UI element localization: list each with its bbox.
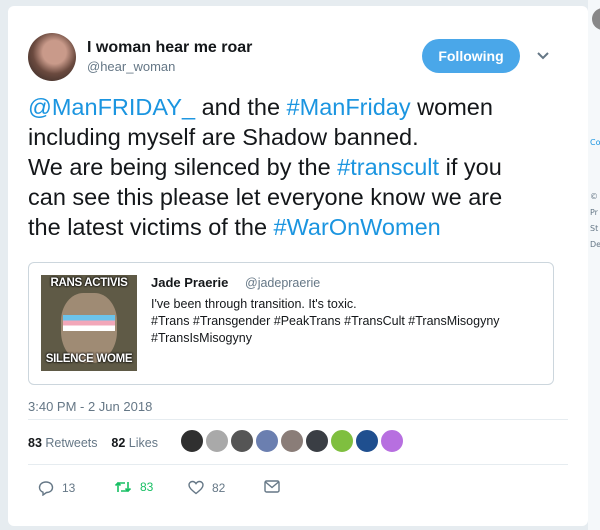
divider (28, 419, 568, 420)
liker-avatar[interactable] (205, 429, 229, 453)
sidebar-text: De (590, 240, 600, 249)
hashtag-link[interactable]: #WarOnWomen (274, 214, 441, 240)
quoted-hashtags-line[interactable]: #Trans #Transgender #PeakTrans #TransCul… (151, 313, 541, 330)
quoted-tweet[interactable]: RANS ACTIVIS SILENCE WOME Jade Praerie @… (28, 262, 554, 385)
quoted-author-name[interactable]: Jade Praerie (151, 275, 228, 290)
following-button[interactable]: Following (422, 39, 520, 73)
avatar[interactable] (592, 8, 600, 30)
liker-avatar[interactable] (355, 429, 379, 453)
tweet-text-segment: can see this please let everyone know we… (28, 184, 503, 210)
retweets-count: 83 (28, 436, 42, 450)
retweets-stat[interactable]: 83 Retweets (28, 436, 98, 450)
quoted-author-handle[interactable]: @jadepraerie (245, 276, 320, 290)
liker-avatar[interactable] (230, 429, 254, 453)
sidebar-text: © (590, 192, 598, 201)
sidebar-strip: Co © Pr St De (588, 0, 600, 530)
tweet-text: @ManFRIDAY_ and the #ManFriday women incl… (28, 92, 568, 242)
author-avatar[interactable] (28, 33, 76, 81)
tweet-text-line: the latest victims of the #WarOnWomen (28, 212, 568, 242)
retweet-icon (114, 481, 132, 493)
chevron-down-icon[interactable] (536, 51, 550, 61)
reply-count: 13 (62, 481, 76, 495)
envelope-icon (264, 480, 280, 493)
liker-avatar[interactable] (380, 429, 404, 453)
mention-link[interactable]: @ManFRIDAY_ (28, 94, 195, 120)
quoted-hashtags-line[interactable]: #TransIsMisogyny (151, 330, 541, 347)
like-count: 82 (212, 480, 226, 495)
retweet-button[interactable]: 83 (114, 480, 153, 494)
likes-stat[interactable]: 82 Likes (111, 436, 158, 450)
liker-avatar[interactable] (305, 429, 329, 453)
likes-label: Likes (128, 436, 158, 450)
tweet-text-line: including myself are Shadow banned. (28, 122, 568, 152)
liker-avatar[interactable] (180, 429, 204, 453)
tweet-text-line: We are being silenced by the #transcult … (28, 152, 568, 182)
reply-button[interactable]: 13 (38, 480, 75, 496)
liker-avatar[interactable] (280, 429, 304, 453)
sidebar-text: St (590, 224, 599, 233)
retweet-count: 83 (140, 480, 154, 494)
heart-icon (188, 480, 204, 495)
author-handle[interactable]: @hear_woman (87, 59, 175, 74)
retweets-label: Retweets (45, 436, 98, 450)
tweet-text-line: @ManFRIDAY_ and the #ManFriday women (28, 92, 568, 122)
author-display-name[interactable]: I woman hear me roar (87, 39, 252, 57)
tweet-card: I woman hear me roar @hear_woman Followi… (8, 6, 588, 526)
tweet-timestamp[interactable]: 3:40 PM - 2 Jun 2018 (28, 399, 152, 414)
divider (28, 464, 568, 465)
reply-icon (38, 481, 54, 496)
tweet-text-segment: and the (195, 94, 287, 120)
liker-avatar[interactable] (255, 429, 279, 453)
tweet-stats: 83 Retweets 82 Likes (28, 436, 158, 450)
hashtag-link[interactable]: #ManFriday (287, 94, 411, 120)
image-caption-top: RANS ACTIVIS (50, 277, 128, 289)
tweet-text-segment: We are being silenced by the (28, 154, 338, 180)
likes-count: 82 (111, 436, 126, 450)
tweet-text-segment: including myself are Shadow banned. (28, 124, 419, 150)
image-caption-bottom: SILENCE WOME (45, 353, 133, 365)
hashtag-link[interactable]: #transcult (337, 154, 439, 180)
quoted-tweet-text: I've been through transition. It's toxic… (151, 296, 541, 347)
quoted-tweet-image[interactable]: RANS ACTIVIS SILENCE WOME (41, 275, 137, 371)
tweet-text-line: can see this please let everyone know we… (28, 182, 568, 212)
quoted-text-line: I've been through transition. It's toxic… (151, 297, 357, 311)
liker-avatar[interactable] (330, 429, 354, 453)
like-button[interactable]: 82 (188, 480, 225, 495)
tweet-text-segment: if you (439, 154, 502, 180)
tweet-text-segment: women (410, 94, 493, 120)
tweet-text-segment: the latest victims of the (28, 214, 274, 240)
direct-message-button[interactable] (264, 480, 288, 493)
sidebar-text: Pr (590, 208, 598, 217)
sidebar-text: Co (590, 138, 600, 147)
